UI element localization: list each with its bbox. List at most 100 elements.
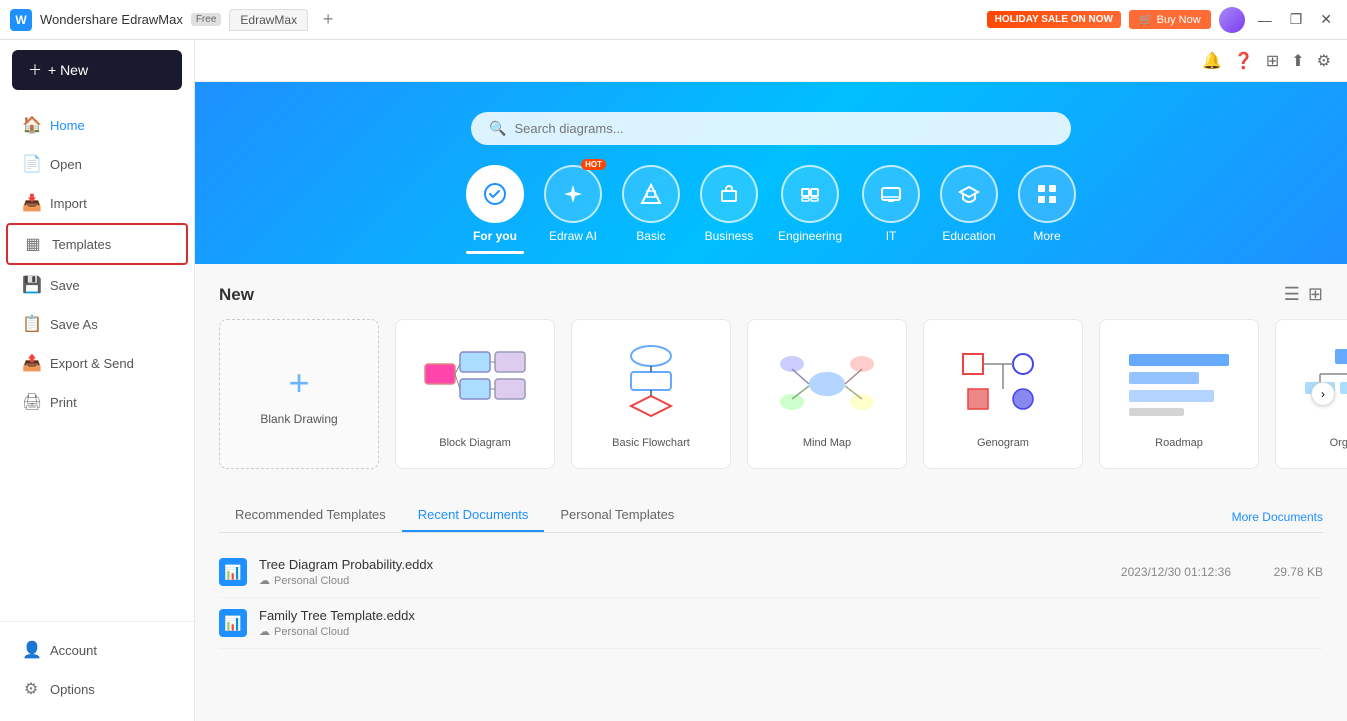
doc-sub-0: ☁ Personal Cloud bbox=[259, 574, 1079, 587]
cat-basic[interactable]: Basic bbox=[622, 165, 680, 264]
doc-row-0: 📊 Tree Diagram Probability.eddx ☁ Person… bbox=[219, 547, 1323, 598]
flowchart-thumb bbox=[591, 339, 711, 429]
help-icon[interactable]: ❓ bbox=[1234, 51, 1254, 71]
new-button[interactable]: ＋ + New bbox=[12, 50, 182, 90]
more-documents-link[interactable]: More Documents bbox=[1232, 510, 1323, 532]
cloud-icon-0: ☁ bbox=[259, 574, 270, 587]
community-icon[interactable]: ⊞ bbox=[1266, 51, 1279, 71]
cart-icon: 🛒 bbox=[1139, 13, 1153, 26]
doc-name-1[interactable]: Family Tree Template.eddx bbox=[259, 608, 1079, 623]
sidebar-item-options[interactable]: ⚙ Options bbox=[6, 670, 188, 708]
cat-more-circle bbox=[1018, 165, 1076, 223]
print-icon: 🖨 bbox=[22, 392, 40, 412]
doc-size-0: 29.78 KB bbox=[1243, 565, 1323, 579]
sidebar-item-open[interactable]: 📄 Open bbox=[6, 145, 188, 183]
doc-row-1: 📊 Family Tree Template.eddx ☁ Personal C… bbox=[219, 598, 1323, 649]
cat-engineering[interactable]: Engineering bbox=[778, 165, 842, 264]
cat-education[interactable]: Education bbox=[940, 165, 998, 264]
import-icon: 📥 bbox=[22, 193, 40, 213]
bell-icon[interactable]: 🔔 bbox=[1202, 51, 1222, 71]
search-input[interactable] bbox=[514, 121, 1053, 136]
sidebar-label-print: Print bbox=[50, 395, 77, 410]
sidebar-item-account[interactable]: 👤 Account bbox=[6, 631, 188, 669]
sidebar-item-save[interactable]: 💾 Save bbox=[6, 266, 188, 304]
app-name: Wondershare EdrawMax bbox=[40, 12, 183, 27]
blank-drawing-card[interactable]: + Blank Drawing bbox=[219, 319, 379, 469]
sidebar-label-account: Account bbox=[50, 643, 97, 658]
minimize-button[interactable]: — bbox=[1253, 12, 1277, 28]
export-icon: 📤 bbox=[22, 353, 40, 373]
blank-plus-icon: + bbox=[288, 362, 309, 404]
home-icon: 🏠 bbox=[22, 115, 40, 135]
sidebar-label-import: Import bbox=[50, 196, 87, 211]
saveas-icon: 📋 bbox=[22, 314, 40, 334]
cat-foryou-label: For you bbox=[473, 229, 517, 243]
title-bar-right: HOLIDAY SALE ON NOW 🛒 Buy Now — ❐ ✕ bbox=[987, 7, 1337, 33]
flowchart-card[interactable]: Basic Flowchart bbox=[571, 319, 731, 469]
sidebar-item-import[interactable]: 📥 Import bbox=[6, 184, 188, 222]
app-logo: W bbox=[10, 9, 32, 31]
carousel-next-button[interactable]: › bbox=[1311, 382, 1335, 406]
sidebar-item-templates[interactable]: ▦ Templates bbox=[6, 223, 188, 265]
sidebar-item-export[interactable]: 📤 Export & Send bbox=[6, 344, 188, 382]
share-icon[interactable]: ⬆ bbox=[1291, 51, 1304, 71]
category-tabs: For you HOT Edraw AI bbox=[235, 165, 1307, 264]
sidebar: ＋ + New 🏠 Home 📄 Open 📥 Import ▦ Templat… bbox=[0, 40, 195, 721]
cat-business[interactable]: Business bbox=[700, 165, 758, 264]
search-bar[interactable]: 🔍 bbox=[471, 112, 1071, 145]
cat-it-circle bbox=[862, 165, 920, 223]
doc-sub-1: ☁ Personal Cloud bbox=[259, 625, 1079, 638]
sidebar-item-home[interactable]: 🏠 Home bbox=[6, 106, 188, 144]
templates-row: + Blank Drawing bbox=[219, 319, 1323, 469]
cat-foryou[interactable]: For you bbox=[466, 165, 524, 264]
tab-label: EdrawMax bbox=[240, 13, 297, 27]
grid-view-icon[interactable]: ☰ bbox=[1284, 284, 1300, 305]
roadmap-card[interactable]: Roadmap bbox=[1099, 319, 1259, 469]
cat-it-label: IT bbox=[886, 229, 897, 243]
buy-now-button[interactable]: 🛒 Buy Now bbox=[1129, 10, 1211, 29]
sidebar-label-templates: Templates bbox=[52, 237, 111, 252]
main-layout: ＋ + New 🏠 Home 📄 Open 📥 Import ▦ Templat… bbox=[0, 40, 1347, 721]
search-icon: 🔍 bbox=[489, 120, 506, 137]
roadmap-thumb bbox=[1119, 339, 1239, 429]
sidebar-item-saveas[interactable]: 📋 Save As bbox=[6, 305, 188, 343]
close-button[interactable]: ✕ bbox=[1315, 11, 1337, 28]
active-underline bbox=[466, 251, 524, 254]
tab-recommended[interactable]: Recommended Templates bbox=[219, 499, 402, 532]
tab-recent[interactable]: Recent Documents bbox=[402, 499, 545, 532]
sidebar-item-print[interactable]: 🖨 Print bbox=[6, 383, 188, 421]
cat-more[interactable]: More bbox=[1018, 165, 1076, 264]
doc-info-0: Tree Diagram Probability.eddx ☁ Personal… bbox=[259, 557, 1079, 587]
list-view-icon[interactable]: ⊞ bbox=[1308, 284, 1323, 305]
user-avatar[interactable] bbox=[1219, 7, 1245, 33]
document-list: 📊 Tree Diagram Probability.eddx ☁ Person… bbox=[219, 547, 1323, 649]
tab-item[interactable]: EdrawMax bbox=[229, 9, 308, 31]
block-diagram-card[interactable]: Block Diagram bbox=[395, 319, 555, 469]
block-diagram-label: Block Diagram bbox=[439, 437, 511, 449]
cat-edrawai-label: Edraw AI bbox=[549, 229, 597, 243]
tab-add-button[interactable]: + bbox=[316, 8, 340, 32]
restore-button[interactable]: ❐ bbox=[1285, 11, 1308, 28]
settings-icon[interactable]: ⚙ bbox=[1317, 51, 1331, 71]
genogram-card[interactable]: Genogram bbox=[923, 319, 1083, 469]
title-bar: W Wondershare EdrawMax Free EdrawMax + H… bbox=[0, 0, 1347, 40]
orgchart-label: Org Cha... bbox=[1330, 437, 1347, 449]
cat-edrawai[interactable]: HOT Edraw AI bbox=[544, 165, 602, 264]
mindmap-thumb bbox=[767, 339, 887, 429]
open-icon: 📄 bbox=[22, 154, 40, 174]
holiday-sale-button[interactable]: HOLIDAY SALE ON NOW bbox=[987, 11, 1121, 28]
tab-personal[interactable]: Personal Templates bbox=[544, 499, 690, 532]
doc-icon-1: 📊 bbox=[219, 609, 247, 637]
sidebar-label-export: Export & Send bbox=[50, 356, 134, 371]
genogram-thumb bbox=[943, 339, 1063, 429]
templates-icon: ▦ bbox=[24, 234, 42, 254]
title-bar-left: W Wondershare EdrawMax Free EdrawMax + bbox=[10, 8, 340, 32]
cat-basic-circle bbox=[622, 165, 680, 223]
mindmap-card[interactable]: Mind Map bbox=[747, 319, 907, 469]
section-controls: ☰ ⊞ bbox=[1284, 284, 1323, 305]
cat-it[interactable]: IT bbox=[862, 165, 920, 264]
doc-name-0[interactable]: Tree Diagram Probability.eddx bbox=[259, 557, 1079, 572]
cat-engineering-circle bbox=[781, 165, 839, 223]
bottom-tabs-bar: Recommended Templates Recent Documents P… bbox=[219, 499, 1323, 533]
cat-business-label: Business bbox=[705, 229, 754, 243]
